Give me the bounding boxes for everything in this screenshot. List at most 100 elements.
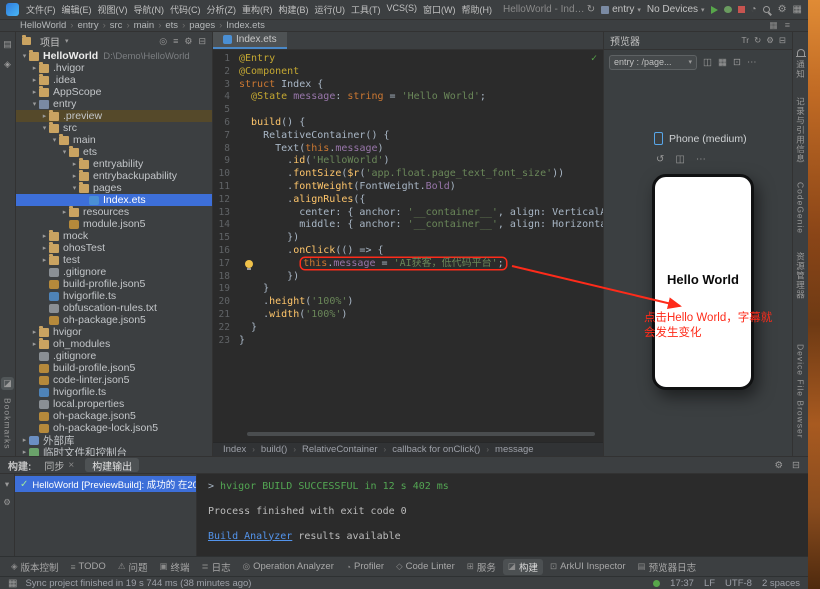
device-profile-row[interactable]: Phone (medium) [654,132,747,145]
gear-icon[interactable]: ⚙ [3,497,11,508]
code-line[interactable]: 22 } [213,322,603,335]
tree-chevron-icon[interactable]: ▸ [70,160,79,168]
code-line[interactable]: 8 Text(this.message) [213,143,603,156]
menu-item[interactable]: 视图(V) [95,2,131,17]
menu-item[interactable]: 导航(N) [131,2,168,17]
tree-item[interactable]: ▾ src [16,121,212,134]
inspection-ok-icon[interactable]: ✓ [591,53,597,64]
menu-item[interactable]: 窗口(W) [420,2,459,17]
toolwindow-button[interactable]: ◪ 构建 [502,558,543,575]
breadcrumb-item[interactable]: HelloWorld [20,20,66,31]
tree-item[interactable]: ▾ entry [16,98,212,110]
code-line[interactable]: 15 }) [213,232,603,245]
breadcrumb-item[interactable]: ets [165,20,178,31]
tree-chevron-icon[interactable]: ▸ [40,256,49,264]
editor-breadcrumb-item[interactable]: message [495,444,534,455]
project-panel-title[interactable]: 项目 [40,34,60,49]
build-tab[interactable]: 构建输出 [85,458,140,473]
run-button[interactable] [710,5,718,14]
tree-item[interactable]: oh-package-lock.json5 [16,422,212,434]
gear-icon[interactable]: ⚙ [775,460,784,471]
build-analyzer-link[interactable]: Build Analyzer [208,531,292,542]
editor-breadcrumb-item[interactable]: build() [261,444,287,455]
commit-toolwindow-icon[interactable]: ◈ [4,59,11,70]
tree-item[interactable]: hvigorfile.ts [16,290,212,302]
code-line[interactable]: 14 middle: { anchor: '__container__', al… [213,219,603,232]
menu-item[interactable]: 构建(B) [276,2,312,17]
build-task-item[interactable]: ✓ HelloWorld [PreviewBuild]: 成功的 在2025/4… [15,476,196,492]
tree-item[interactable]: oh-package.json5 [16,314,212,326]
tree-item[interactable]: ▸ resources [16,205,212,218]
code-line[interactable]: 9 .id('HelloWorld') [213,155,603,168]
horizontal-scrollbar[interactable] [247,432,595,436]
preview-hello-world-text[interactable]: Hello World [655,272,751,287]
code-line[interactable]: 3 struct Index { [213,79,603,92]
tree-chevron-icon[interactable]: ▸ [30,88,39,96]
preview-target-selector[interactable]: entry : /page... ▾ [609,54,697,70]
tree-item[interactable]: build-profile.json5 [16,278,212,290]
tree-item[interactable]: .gitignore [16,266,212,278]
build-tab[interactable]: 同步 × [37,458,81,473]
layout-icon[interactable]: ▦ [793,4,802,15]
code-line[interactable]: 10 .fontSize($r('app.float.page_text_fon… [213,168,603,181]
project-toolwindow-icon[interactable]: ▤ [3,39,12,50]
tree-item[interactable]: local.properties [16,398,212,410]
toolwindow-button[interactable]: ⊞ 服务 [462,559,501,575]
toolwindow-button[interactable]: ≡ TODO [66,560,111,573]
menu-item[interactable]: 分析(Z) [204,2,240,17]
breadcrumb-item[interactable]: src [110,20,123,31]
code-line[interactable]: 12 .alignRules({ [213,194,603,207]
settings-gear-icon[interactable]: ⚙ [778,4,787,15]
filter-icon[interactable]: ▾ [5,479,9,490]
toolwindow-button[interactable]: ◇ Code Linter [391,560,460,573]
tree-chevron-icon[interactable]: ▾ [70,184,79,192]
tree-item[interactable]: ▸ AppScope [16,85,212,98]
menu-item[interactable]: 代码(C) [167,2,204,17]
tree-item[interactable]: ▸ .hvigor [16,61,212,74]
breadcrumb-item[interactable]: Index.ets [226,20,265,31]
tree-item[interactable]: ▸ .idea [16,73,212,86]
editor-tab-index-ets[interactable]: Index.ets [213,32,287,49]
code-line[interactable]: 5 [213,104,603,117]
code-line[interactable]: 20 .height('100%') [213,296,603,309]
tree-item[interactable]: ▸ test [16,253,212,266]
menu-item[interactable]: 编辑(E) [59,2,95,17]
right-strip-item[interactable]: 资源管理器 [795,252,807,300]
status-item[interactable]: LF [704,578,715,589]
tree-item[interactable]: ▸ 临时文件和控制台 [16,446,212,456]
menu-item[interactable]: 工具(T) [348,2,384,17]
tree-item[interactable]: ▾ ets [16,145,212,158]
tree-item[interactable]: ▾ HelloWorld D:\Demo\HelloWorld [16,50,212,62]
refresh-icon[interactable]: ↻ [754,35,761,46]
menu-item[interactable]: 重构(R) [239,2,276,17]
tree-item[interactable]: build-profile.json5 [16,362,212,374]
toolwindow-button[interactable]: ≣ 日志 [197,559,236,575]
code-line[interactable]: 6 build() { [213,117,603,130]
breadcrumb-item[interactable]: pages [189,20,215,31]
tree-chevron-icon[interactable]: ▾ [60,148,69,156]
toolwindow-button[interactable]: ◔ Profiler [341,560,389,573]
code-line[interactable]: 1 @Entry [213,53,603,66]
code-editor[interactable]: 1 @Entry 2 @Component 3 struct Index {4 @Stat… [213,50,603,442]
menu-item[interactable]: 帮助(H) [459,2,496,17]
menu-item[interactable]: VCS(S) [384,2,421,17]
multi-preview-icon[interactable]: ◫ [703,57,712,68]
editor-breadcrumb-item[interactable]: Index [223,444,246,455]
code-line[interactable]: 21 .width('100%') [213,309,603,322]
right-strip-item[interactable]: 记录与引用信息 [795,97,807,164]
tree-item[interactable]: code-linter.json5 [16,374,212,386]
breadcrumb-item[interactable]: entry [77,20,98,31]
right-strip-item[interactable]: 通知 [795,49,807,79]
hide-panel-icon[interactable]: ⊟ [779,35,786,46]
sync-icon[interactable]: ↻ [587,4,595,15]
tree-chevron-icon[interactable]: ▸ [30,76,39,84]
code-line[interactable]: 17 this.message = 'AI获客，低代码平台'; [213,258,603,271]
tree-chevron-icon[interactable]: ▸ [20,448,29,456]
toolwindow-button[interactable]: ◈ 版本控制 [6,559,64,575]
duplicate-icon[interactable]: ◫ [675,154,684,165]
code-line[interactable]: 19 } [213,283,603,296]
right-strip-item[interactable]: CodeGenie [796,182,806,234]
toolwindow-button[interactable]: ⊡ ArkUI Inspector [545,560,631,573]
toolwindow-button[interactable]: ▤ 预览器日志 [633,559,702,575]
tree-item[interactable]: ▸ oh_modules [16,337,212,350]
